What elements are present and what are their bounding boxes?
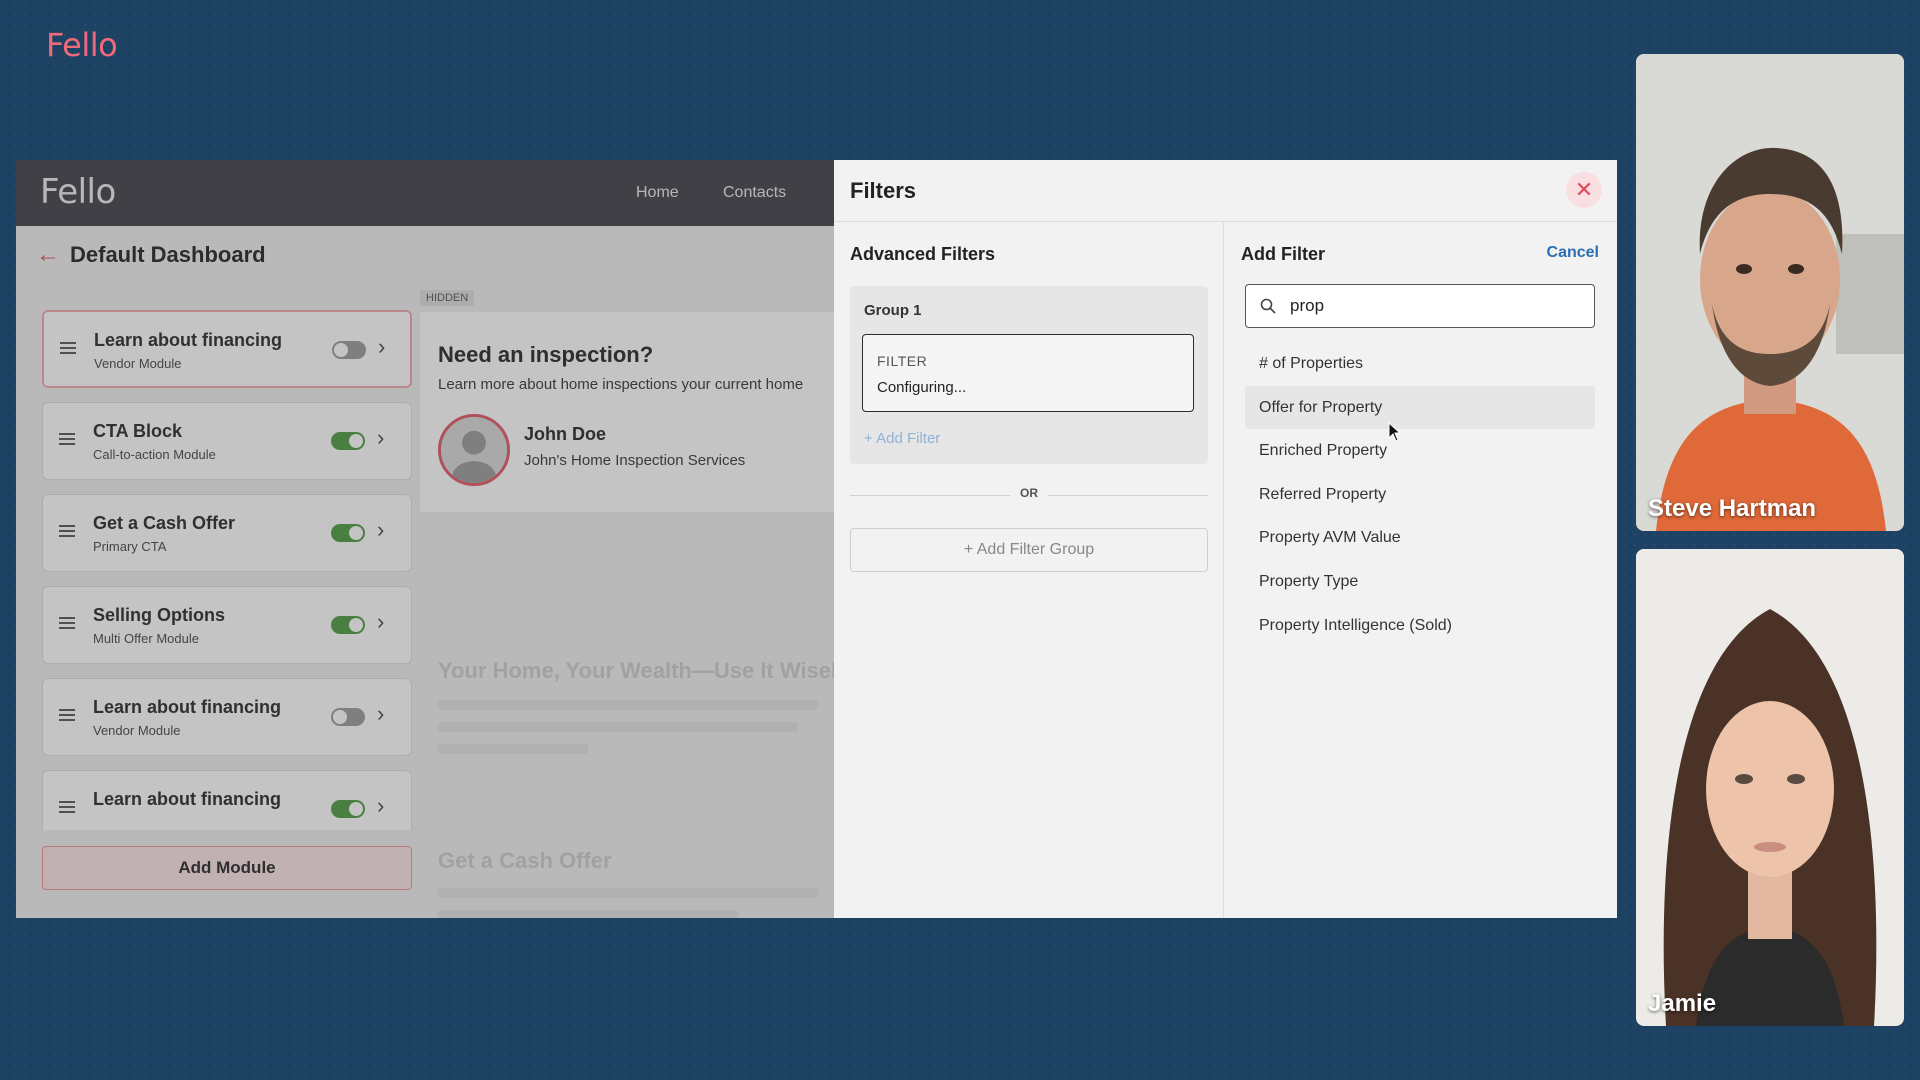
add-filter-group-label: Add Filter Group (976, 541, 1095, 558)
filter-option[interactable]: Enriched Property (1245, 429, 1595, 473)
add-filter-title: Add Filter (1241, 244, 1325, 264)
filter-option[interactable]: Referred Property (1245, 473, 1595, 517)
filter-status: Configuring... (877, 379, 967, 396)
filter-group: Group 1 FILTER Configuring... + Add Filt… (850, 286, 1208, 464)
filter-option[interactable]: Property AVM Value (1245, 516, 1595, 560)
add-filter-label: Add Filter (876, 430, 941, 447)
participant-video-icon (1636, 549, 1904, 1026)
or-label: OR (1020, 486, 1038, 500)
filters-title: Filters (850, 178, 917, 203)
filters-header: Filters ✕ (834, 160, 1617, 222)
filter-label: FILTER (877, 353, 928, 369)
filters-panel: Filters ✕ Advanced Filters Group 1 FILTE… (834, 160, 1617, 918)
plus-icon: + (864, 430, 877, 447)
search-input[interactable] (1290, 294, 1580, 318)
app-window: Fello Home Contacts ← Default Dashboard … (16, 160, 1617, 918)
brand-logo: Fello (46, 26, 118, 64)
or-divider: OR (850, 486, 1208, 506)
group-label: Group 1 (864, 302, 922, 319)
advanced-filters-column: Advanced Filters Group 1 FILTER Configur… (834, 222, 1224, 918)
filter-item[interactable]: FILTER Configuring... (862, 334, 1194, 412)
close-icon: ✕ (1574, 177, 1594, 202)
advanced-filters-title: Advanced Filters (850, 244, 996, 264)
participant-name: Steve Hartman (1648, 495, 1817, 522)
add-filter-group-button[interactable]: + Add Filter Group (850, 528, 1208, 572)
video-tile-jamie: Jamie (1636, 549, 1904, 1026)
modal-overlay[interactable] (16, 160, 834, 918)
search-field[interactable] (1245, 284, 1595, 328)
participant-video-icon (1636, 54, 1904, 531)
close-button[interactable]: ✕ (1566, 172, 1602, 208)
cancel-button[interactable]: Cancel (1547, 244, 1599, 262)
video-tile-steve: Steve Hartman (1636, 54, 1904, 531)
search-icon (1260, 298, 1276, 314)
add-filter-column: Add Filter Cancel # of Properties Offer … (1225, 222, 1617, 918)
filter-option[interactable]: # of Properties (1245, 342, 1595, 386)
filter-option[interactable]: Property Intelligence (Sold) (1245, 604, 1595, 648)
filter-options-list: # of Properties Offer for Property Enric… (1245, 342, 1595, 647)
participant-name: Jamie (1648, 990, 1717, 1017)
add-filter-link[interactable]: + Add Filter (864, 430, 940, 447)
filter-option[interactable]: Offer for Property (1245, 385, 1595, 430)
plus-icon: + (963, 541, 977, 558)
mouse-cursor-icon (1388, 422, 1402, 442)
divider-line (1048, 495, 1208, 496)
filter-option[interactable]: Property Type (1245, 560, 1595, 604)
